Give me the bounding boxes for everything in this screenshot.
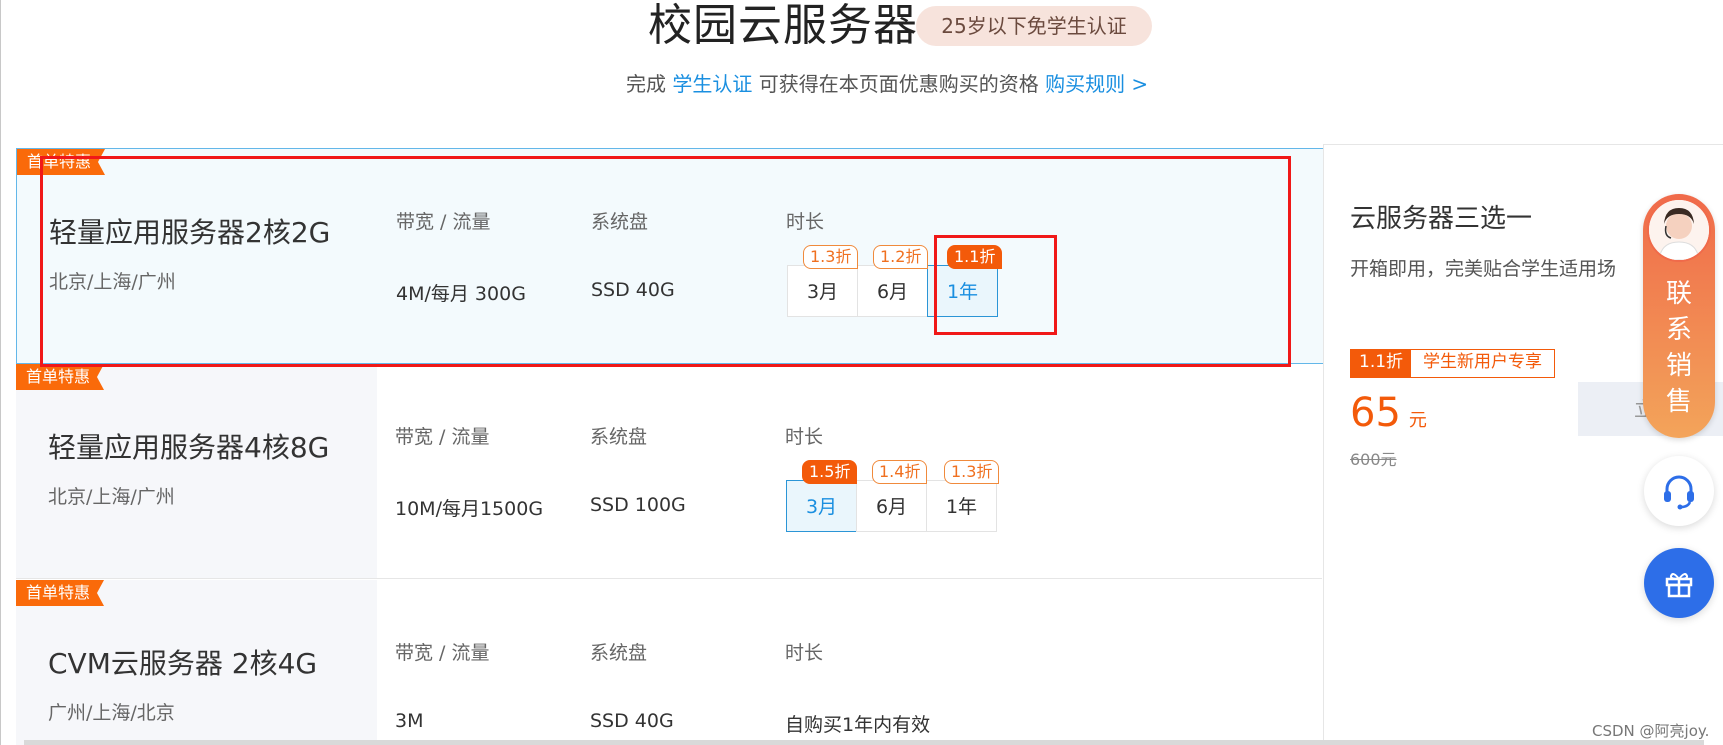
- duration-option-6m[interactable]: 6月: [857, 265, 928, 317]
- discount-badge: 1.5折: [802, 460, 858, 484]
- product-regions: 北京/上海/广州: [48, 486, 175, 508]
- product-name: 轻量应用服务器4核8G: [48, 431, 330, 464]
- first-order-tag: 首单特惠: [16, 364, 105, 390]
- bandwidth-value: 4M/每月 300G: [396, 283, 526, 305]
- notice-middle: 可获得在本页面优惠购买的资格: [758, 72, 1039, 96]
- duration-label: 时长: [786, 211, 825, 233]
- product-info-panel: [17, 149, 378, 363]
- bandwidth-label: 带宽 / 流量: [396, 211, 491, 233]
- gift-button[interactable]: [1644, 548, 1714, 618]
- product-row[interactable]: 首单特惠 CVM云服务器 2核4G 广州/上海/北京 带宽 / 流量 系统盘 时…: [16, 580, 1322, 745]
- duration-label: 时长: [785, 642, 824, 664]
- price-value: 65: [1350, 390, 1401, 436]
- product-row[interactable]: 首单特惠 轻量应用服务器2核2G 北京/上海/广州 带宽 / 流量 系统盘 时长…: [16, 148, 1324, 364]
- notice-prefix: 完成: [626, 72, 666, 96]
- page-title: 校园云服务器: [648, 0, 918, 51]
- panel-description: 开箱即用，完美贴合学生适用场: [1350, 258, 1617, 280]
- product-regions: 北京/上海/广州: [49, 271, 176, 293]
- price: 65 元: [1350, 390, 1427, 436]
- contact-sales-widget[interactable]: 联 系 销 售: [1643, 194, 1715, 438]
- offer-discount: 1.1折: [1351, 350, 1412, 377]
- duration-label: 时长: [785, 426, 824, 448]
- bandwidth-label: 带宽 / 流量: [395, 642, 490, 664]
- first-order-tag: 首单特惠: [17, 149, 106, 175]
- disk-label: 系统盘: [590, 426, 648, 448]
- disk-value: SSD 40G: [590, 710, 674, 732]
- disk-value: SSD 40G: [591, 279, 675, 301]
- product-name: 轻量应用服务器2核2G: [49, 216, 331, 249]
- certification-notice: 完成 学生认证 可获得在本页面优惠购买的资格 购买规则 >: [626, 70, 1148, 98]
- age-exemption-badge: 25岁以下免学生认证: [916, 6, 1152, 46]
- product-name: CVM云服务器 2核4G: [48, 647, 318, 680]
- price-unit: 元: [1408, 410, 1427, 431]
- product-info-panel: [16, 364, 377, 578]
- product-row[interactable]: 首单特惠 轻量应用服务器4核8G 北京/上海/广州 带宽 / 流量 系统盘 时长…: [16, 364, 1322, 579]
- original-price: 600元: [1350, 450, 1397, 469]
- duration-value: 自购买1年内有效: [785, 714, 931, 736]
- contact-sales-label: 联 系 销 售: [1665, 279, 1692, 417]
- panel-divider: [1323, 144, 1324, 745]
- customer-support-button[interactable]: [1644, 456, 1714, 526]
- panel-title: 云服务器三选一: [1350, 204, 1533, 234]
- duration-option-3m[interactable]: 3月: [787, 265, 858, 317]
- offer-text: 学生新用户专享: [1423, 352, 1543, 372]
- bandwidth-label: 带宽 / 流量: [395, 426, 490, 448]
- bandwidth-value: 10M/每月1500G: [395, 498, 544, 520]
- disk-value: SSD 100G: [590, 494, 686, 516]
- discount-badge: 1.1折: [947, 245, 1003, 269]
- first-order-tag: 首单特惠: [16, 580, 105, 606]
- duration-option-3m[interactable]: 3月: [786, 480, 857, 532]
- sales-avatar-icon: [1647, 198, 1711, 262]
- disk-label: 系统盘: [590, 642, 648, 664]
- product-regions: 广州/上海/北京: [48, 702, 175, 724]
- duration-option-1y[interactable]: 1年: [926, 480, 997, 532]
- bandwidth-value: 3M: [395, 710, 424, 732]
- purchase-rules-link[interactable]: 购买规则 >: [1045, 72, 1148, 96]
- student-cert-link[interactable]: 学生认证: [672, 72, 752, 96]
- headset-icon: [1664, 475, 1694, 510]
- disk-label: 系统盘: [591, 211, 649, 233]
- discount-badge: 1.2折: [873, 245, 929, 269]
- gift-icon: [1665, 573, 1693, 598]
- discount-badge: 1.4折: [872, 460, 928, 484]
- duration-option-1y[interactable]: 1年: [927, 265, 998, 317]
- horizontal-scrollbar[interactable]: [24, 740, 1704, 745]
- duration-option-6m[interactable]: 6月: [856, 480, 927, 532]
- student-offer-badge: 1.1折 学生新用户专享: [1350, 349, 1556, 378]
- panel-divider: [1323, 144, 1723, 145]
- watermark: CSDN @阿亮joy.: [1592, 722, 1710, 740]
- discount-badge: 1.3折: [944, 460, 1000, 484]
- discount-badge: 1.3折: [803, 245, 859, 269]
- window-edge: [0, 0, 1, 745]
